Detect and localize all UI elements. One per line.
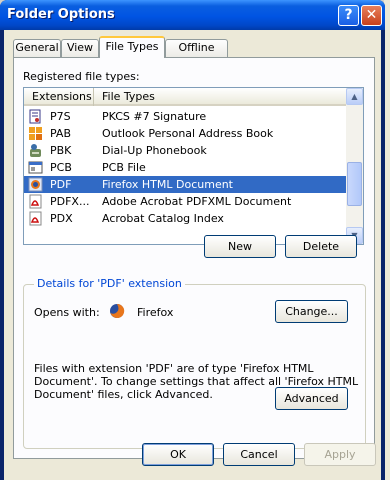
scrollbar-thumb[interactable]: [347, 162, 362, 206]
folder-options-dialog: Folder Options ? ✕ General View File Typ…: [0, 0, 385, 480]
dialog-client-area: General View File Types Offline Files Re…: [4, 30, 381, 480]
tab-file-types[interactable]: File Types: [99, 36, 165, 58]
details-legend: Details for 'PDF' extension: [34, 277, 185, 290]
row-file-type: Firefox HTML Document: [102, 178, 233, 191]
list-item[interactable]: P7S PKCS #7 Signature: [24, 108, 347, 125]
acrobat-icon: [29, 211, 42, 226]
close-button[interactable]: ✕: [361, 5, 382, 26]
row-extension: PAB: [50, 127, 72, 140]
list-item[interactable]: PBK Dial-Up Phonebook: [24, 142, 347, 159]
list-item[interactable]: PAB Outlook Personal Address Book: [24, 125, 347, 142]
list-item[interactable]: PDFX... Adobe Acrobat PDFXML Document: [24, 193, 347, 210]
column-header-extensions[interactable]: Extensions: [24, 88, 94, 106]
file-types-list[interactable]: Extensions File Types P7S PKCS #7 Signat…: [23, 87, 364, 245]
row-extension: P7S: [50, 110, 71, 123]
cancel-button[interactable]: Cancel: [223, 443, 295, 466]
row-file-type: PCB File: [102, 161, 146, 174]
opens-with-label: Opens with:: [34, 306, 100, 319]
list-item[interactable]: PDX Acrobat Catalog Index: [24, 210, 347, 227]
tab-view[interactable]: View: [61, 39, 99, 57]
certificate-icon: [29, 109, 41, 124]
firefox-icon: [110, 303, 125, 318]
row-file-type: Adobe Acrobat PDFXML Document: [102, 195, 292, 208]
row-file-type: Acrobat Catalog Index: [102, 212, 224, 225]
phonebook-icon: [30, 144, 41, 157]
change-button[interactable]: Change...: [275, 300, 348, 323]
delete-button[interactable]: Delete: [285, 235, 357, 258]
row-file-type: Dial-Up Phonebook: [102, 144, 207, 157]
list-item[interactable]: PCB PCB File: [24, 159, 347, 176]
window-title: Folder Options: [7, 7, 115, 22]
list-item-selected[interactable]: PDF Firefox HTML Document: [24, 176, 347, 193]
acrobat-icon: [29, 194, 42, 209]
firefox-document-icon: [28, 177, 43, 192]
row-extension: PBK: [50, 144, 72, 157]
generic-file-icon: [28, 161, 43, 174]
apply-button[interactable]: Apply: [304, 443, 376, 466]
scroll-up-icon[interactable]: ▲: [346, 88, 363, 105]
row-extension: PDF: [50, 178, 72, 191]
tab-general[interactable]: General: [13, 39, 61, 57]
new-button[interactable]: New: [204, 235, 276, 258]
help-button[interactable]: ?: [338, 5, 359, 26]
row-file-type: PKCS #7 Signature: [102, 110, 207, 123]
address-book-icon: [29, 127, 42, 140]
list-header: Extensions File Types: [24, 88, 347, 106]
registered-types-label: Registered file types:: [23, 70, 140, 83]
ok-button[interactable]: OK: [142, 443, 214, 466]
row-extension: PDFX...: [50, 195, 90, 208]
list-vertical-scrollbar[interactable]: ▲ ▼: [346, 88, 363, 244]
row-extension: PCB: [50, 161, 72, 174]
opens-with-app-name: Firefox: [137, 306, 174, 319]
tab-offline-files[interactable]: Offline Files: [165, 39, 228, 70]
title-bar[interactable]: Folder Options ? ✕: [0, 0, 385, 30]
row-extension: PDX: [50, 212, 73, 225]
advanced-button[interactable]: Advanced: [275, 387, 348, 410]
column-header-file-types[interactable]: File Types: [94, 88, 347, 106]
row-file-type: Outlook Personal Address Book: [102, 127, 274, 140]
